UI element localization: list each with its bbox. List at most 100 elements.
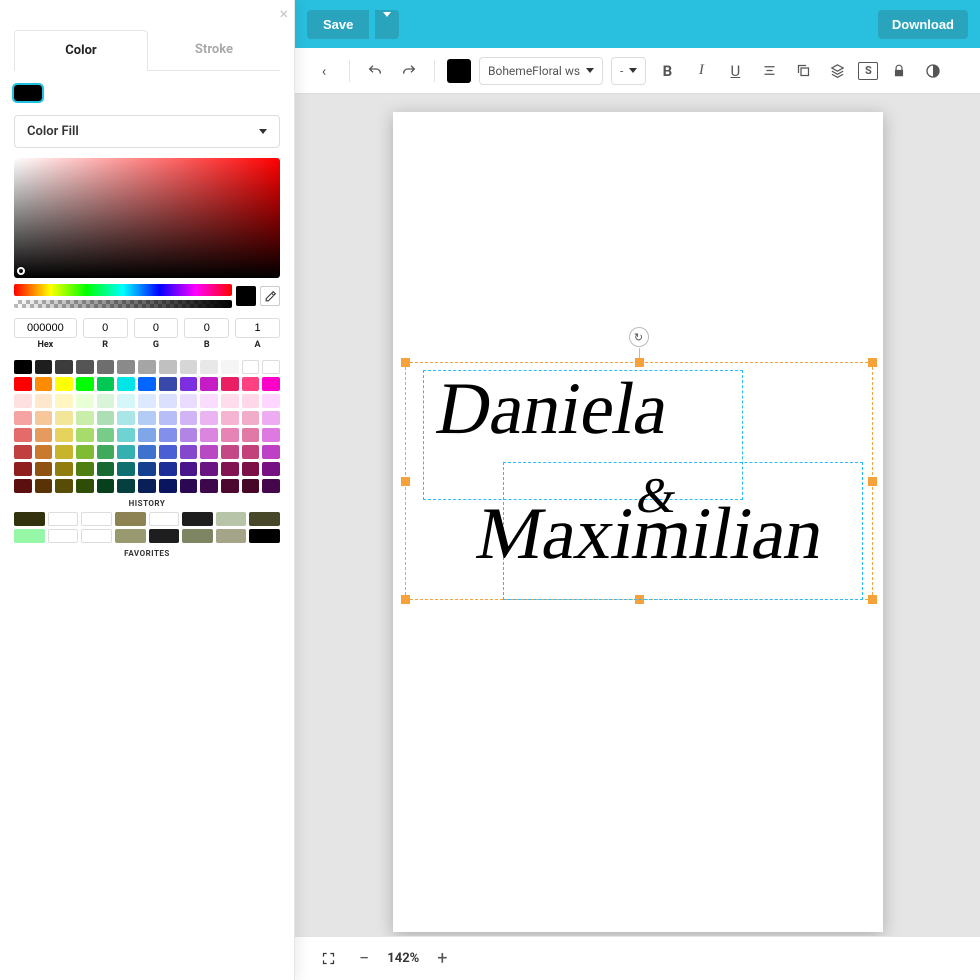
swatch[interactable] — [200, 360, 218, 374]
swatch[interactable] — [262, 394, 280, 408]
swatch[interactable] — [180, 377, 198, 391]
duplicate-button[interactable] — [790, 58, 816, 84]
lock-button[interactable] — [886, 58, 912, 84]
history-swatch[interactable] — [216, 512, 247, 526]
resize-handle-w[interactable] — [401, 477, 410, 486]
swatch[interactable] — [117, 394, 135, 408]
swatch[interactable] — [221, 428, 239, 442]
history-swatch[interactable] — [149, 529, 180, 543]
swatch[interactable] — [97, 428, 115, 442]
saturation-area[interactable] — [14, 158, 280, 278]
swatch[interactable] — [138, 377, 156, 391]
save-dropdown-button[interactable] — [375, 10, 399, 39]
swatch[interactable] — [221, 479, 239, 493]
swatch[interactable] — [180, 394, 198, 408]
history-swatch[interactable] — [182, 529, 213, 543]
chevron-left-icon[interactable]: ‹ — [311, 58, 337, 84]
swatch[interactable] — [35, 479, 53, 493]
swatch[interactable] — [159, 462, 177, 476]
swatch[interactable] — [14, 360, 32, 374]
swatch[interactable] — [76, 411, 94, 425]
swatch[interactable] — [242, 411, 260, 425]
swatch[interactable] — [55, 479, 73, 493]
alpha-slider[interactable] — [14, 300, 232, 308]
swatch[interactable] — [221, 394, 239, 408]
zoom-in-button[interactable]: + — [437, 948, 447, 969]
swatch[interactable] — [14, 479, 32, 493]
swatch[interactable] — [200, 428, 218, 442]
resize-handle-n[interactable] — [635, 358, 644, 367]
layers-button[interactable] — [824, 58, 850, 84]
tab-stroke[interactable]: Stroke — [148, 30, 280, 70]
history-swatch[interactable] — [216, 529, 247, 543]
swatch[interactable] — [117, 479, 135, 493]
swatch[interactable] — [221, 377, 239, 391]
r-input[interactable] — [83, 318, 128, 338]
history-swatch[interactable] — [249, 529, 280, 543]
history-swatch[interactable] — [249, 512, 280, 526]
history-swatch[interactable] — [14, 512, 45, 526]
swatch[interactable] — [180, 360, 198, 374]
swatch[interactable] — [76, 445, 94, 459]
hue-slider[interactable] — [14, 284, 232, 296]
swatch[interactable] — [159, 479, 177, 493]
swatch[interactable] — [159, 360, 177, 374]
font-select[interactable]: BohemeFloral ws — [479, 57, 603, 85]
history-swatch[interactable] — [115, 512, 146, 526]
fullscreen-button[interactable] — [315, 946, 341, 972]
swatch[interactable] — [159, 411, 177, 425]
swatch[interactable] — [138, 360, 156, 374]
swatch[interactable] — [200, 411, 218, 425]
swatch[interactable] — [200, 394, 218, 408]
swatch[interactable] — [14, 445, 32, 459]
eyedropper-button[interactable] — [260, 286, 280, 306]
swatch[interactable] — [138, 462, 156, 476]
swatch[interactable] — [200, 479, 218, 493]
swatch[interactable] — [55, 411, 73, 425]
swatch[interactable] — [180, 428, 198, 442]
swatch[interactable] — [242, 394, 260, 408]
swatch[interactable] — [55, 377, 73, 391]
swatch[interactable] — [97, 462, 115, 476]
swatch[interactable] — [14, 428, 32, 442]
redo-button[interactable] — [396, 58, 422, 84]
swatch[interactable] — [76, 377, 94, 391]
swatch[interactable] — [76, 479, 94, 493]
swatch[interactable] — [262, 462, 280, 476]
swatch[interactable] — [262, 411, 280, 425]
swatch[interactable] — [138, 428, 156, 442]
rotate-handle[interactable]: ↻ — [629, 327, 649, 347]
resize-handle-ne[interactable] — [868, 358, 877, 367]
text-content-1[interactable]: Daniela — [431, 372, 674, 446]
swatch[interactable] — [159, 394, 177, 408]
g-input[interactable] — [134, 318, 179, 338]
current-color-chip[interactable] — [14, 85, 42, 101]
swatch[interactable] — [159, 428, 177, 442]
swatch[interactable] — [55, 445, 73, 459]
swatch[interactable] — [35, 394, 53, 408]
swatch[interactable] — [35, 377, 53, 391]
a-input[interactable] — [235, 318, 280, 338]
swatch[interactable] — [35, 428, 53, 442]
swatch[interactable] — [138, 394, 156, 408]
align-button[interactable] — [756, 58, 782, 84]
swatch[interactable] — [221, 360, 239, 374]
swatch[interactable] — [262, 479, 280, 493]
swatch[interactable] — [14, 394, 32, 408]
swatch[interactable] — [262, 445, 280, 459]
saturation-handle[interactable] — [17, 267, 25, 275]
swatch[interactable] — [76, 394, 94, 408]
swatch[interactable] — [180, 479, 198, 493]
swatch[interactable] — [138, 445, 156, 459]
history-swatch[interactable] — [81, 512, 112, 526]
swatch[interactable] — [55, 360, 73, 374]
swatch[interactable] — [97, 411, 115, 425]
swatch[interactable] — [138, 411, 156, 425]
b-input[interactable] — [184, 318, 229, 338]
swatch[interactable] — [97, 377, 115, 391]
text-content-2[interactable]: Maximilian — [471, 497, 829, 571]
swatch[interactable] — [117, 411, 135, 425]
swatch[interactable] — [242, 462, 260, 476]
swatch[interactable] — [262, 360, 280, 374]
history-swatch[interactable] — [149, 512, 180, 526]
